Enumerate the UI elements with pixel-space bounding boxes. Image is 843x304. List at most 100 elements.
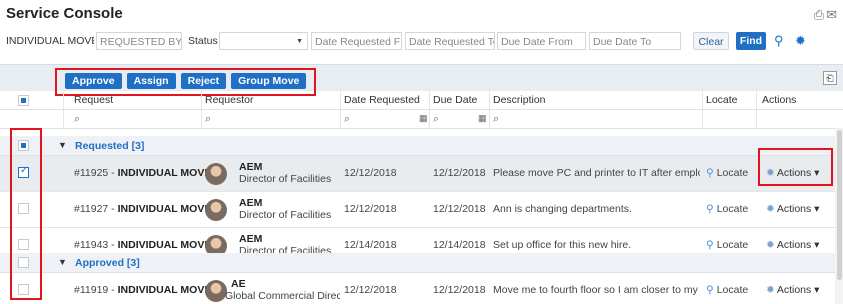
requestor-title: Director of Facilities: [239, 209, 332, 221]
date-requested-calendar-icon[interactable]: ▦: [419, 113, 428, 124]
filter-bar: INDIVIDUAL MOVES REQUESTED BY Status Dat…: [0, 32, 843, 52]
date-requested-cell: 12/12/2018: [344, 284, 397, 296]
locate-label: Locate: [716, 203, 749, 215]
table-row[interactable]: #11927 - INDIVIDUAL MOVE AEM Director of…: [0, 192, 835, 228]
actions-label: Actions: [776, 203, 812, 215]
description-cell: Move me to fourth floor so I am closer t…: [493, 284, 700, 296]
avatar: [205, 199, 227, 221]
title-bar: Service Console ⎙ ✉: [0, 0, 843, 26]
action-toolbar: Approve Assign Reject Group Move ⎗: [0, 64, 843, 96]
caret-down-icon: ▾: [811, 239, 820, 251]
date-requested-filter-search-icon[interactable]: ⌕: [344, 113, 350, 126]
description-cell: Please move PC and printer to IT after e…: [493, 167, 700, 179]
print-icon[interactable]: ⎙: [814, 7, 824, 23]
find-button[interactable]: Find: [736, 32, 766, 50]
column-header-locate[interactable]: Locate: [706, 94, 738, 106]
avatar: [205, 163, 227, 185]
column-divider: [429, 91, 430, 129]
group-label: Requested [3]: [75, 140, 145, 152]
column-header-request[interactable]: Request: [74, 94, 113, 106]
email-icon[interactable]: ✉: [826, 7, 837, 23]
checkbox-column-highlight: [10, 128, 42, 300]
request-type: INDIVIDUAL MOVE: [117, 203, 212, 215]
caret-down-icon: ▾: [811, 284, 820, 296]
gear-icon[interactable]: ✹: [795, 32, 809, 50]
column-header-date-requested[interactable]: Date Requested: [344, 94, 420, 106]
map-pin-icon: ⚲: [706, 239, 714, 251]
locate-link[interactable]: ⚲ Locate: [706, 284, 748, 296]
column-header-requestor[interactable]: Requestor: [205, 94, 253, 106]
caret-down-icon[interactable]: ▼: [58, 257, 67, 267]
request-cell[interactable]: #11925 - INDIVIDUAL MOVE: [74, 167, 211, 179]
group-label: Approved [3]: [75, 257, 140, 269]
select-all-checkbox[interactable]: [18, 95, 29, 106]
column-divider: [340, 91, 341, 129]
actions-dropdown[interactable]: ✹ Actions ▾: [766, 284, 819, 296]
date-requested-cell: 12/12/2018: [344, 167, 397, 179]
request-id: #11943: [74, 239, 109, 251]
scrollbar-thumb[interactable]: [837, 130, 842, 280]
date-requested-cell: 12/14/2018: [344, 239, 397, 251]
due-date-filter-search-icon[interactable]: ⌕: [433, 113, 439, 126]
requestor-name: AEM: [239, 161, 263, 173]
actions-highlight: [758, 148, 833, 186]
page-title: Service Console: [6, 5, 123, 22]
avatar: [205, 280, 227, 302]
table-row[interactable]: #11925 - INDIVIDUAL MOVE AEM Director of…: [0, 156, 835, 192]
export-icon[interactable]: ⎗: [823, 71, 837, 85]
locate-link[interactable]: ⚲ Locate: [706, 167, 748, 179]
date-requested-from-input[interactable]: Date Requested Fror: [311, 32, 402, 50]
actions-label: Actions: [776, 284, 812, 296]
description-cell: Ann is changing departments.: [493, 203, 632, 215]
map-pin-icon[interactable]: ⚲: [774, 32, 788, 50]
date-requested-to-input[interactable]: Date Requested To: [405, 32, 495, 50]
request-type: INDIVIDUAL MOVE: [117, 239, 212, 251]
requestor-filter-search-icon[interactable]: ⌕: [205, 113, 211, 126]
requestor-title: Global Commercial Directc: [225, 290, 340, 302]
clear-button[interactable]: Clear: [693, 32, 729, 50]
column-header-due-date[interactable]: Due Date: [433, 94, 477, 106]
locate-label: Locate: [716, 167, 749, 179]
column-divider: [63, 91, 64, 129]
description-cell: Set up office for this new hire.: [493, 239, 632, 251]
locate-link[interactable]: ⚲ Locate: [706, 239, 748, 251]
request-type: INDIVIDUAL MOVE: [117, 284, 212, 296]
due-date-calendar-icon[interactable]: ▦: [478, 113, 487, 124]
due-date-cell: 12/12/2018: [433, 284, 486, 296]
header-row: Request Requestor Date Requested Due Dat…: [0, 91, 843, 110]
date-requested-cell: 12/12/2018: [344, 203, 397, 215]
locate-link[interactable]: ⚲ Locate: [706, 203, 748, 215]
requested-by-input[interactable]: REQUESTED BY: [96, 32, 182, 50]
reject-button[interactable]: Reject: [180, 73, 227, 89]
caret-down-icon[interactable]: ▼: [58, 140, 67, 150]
gear-icon: ✹: [766, 239, 775, 251]
column-filter-row: ⌕ ⌕ ⌕ ▦ ⌕ ▦ ⌕: [0, 110, 843, 129]
due-date-from-input[interactable]: Due Date From: [497, 32, 586, 50]
actions-label: Actions: [776, 239, 812, 251]
request-cell[interactable]: #11943 - INDIVIDUAL MOVE: [74, 239, 211, 251]
type-filter-value[interactable]: INDIVIDUAL MOVES: [6, 32, 94, 50]
request-id: #11919: [74, 284, 109, 296]
column-header-description[interactable]: Description: [493, 94, 546, 106]
group-move-button[interactable]: Group Move: [231, 73, 307, 89]
request-id: #11925: [74, 167, 109, 179]
table-row[interactable]: #11919 - INDIVIDUAL MOVE AE Global Comme…: [0, 273, 835, 304]
description-filter-search-icon[interactable]: ⌕: [493, 113, 499, 126]
group-row-requested[interactable]: ▼ Requested [3]: [0, 136, 835, 156]
request-filter-search-icon[interactable]: ⌕: [74, 113, 80, 126]
column-divider: [756, 91, 757, 129]
request-cell[interactable]: #11927 - INDIVIDUAL MOVE: [74, 203, 211, 215]
column-header-actions[interactable]: Actions: [762, 94, 796, 106]
group-row-approved[interactable]: ▼ Approved [3]: [0, 253, 835, 273]
status-select[interactable]: [219, 32, 308, 50]
map-pin-icon: ⚲: [706, 284, 714, 296]
approve-button[interactable]: Approve: [65, 73, 122, 89]
actions-dropdown[interactable]: ✹ Actions ▾: [766, 203, 819, 215]
actions-dropdown[interactable]: ✹ Actions ▾: [766, 239, 819, 251]
request-cell[interactable]: #11919 - INDIVIDUAL MOVE: [74, 284, 211, 296]
column-divider: [489, 91, 490, 129]
requestor-name: AEM: [239, 233, 263, 245]
caret-down-icon: ▾: [811, 203, 820, 215]
assign-button[interactable]: Assign: [126, 73, 176, 89]
due-date-to-input[interactable]: Due Date To: [589, 32, 681, 50]
